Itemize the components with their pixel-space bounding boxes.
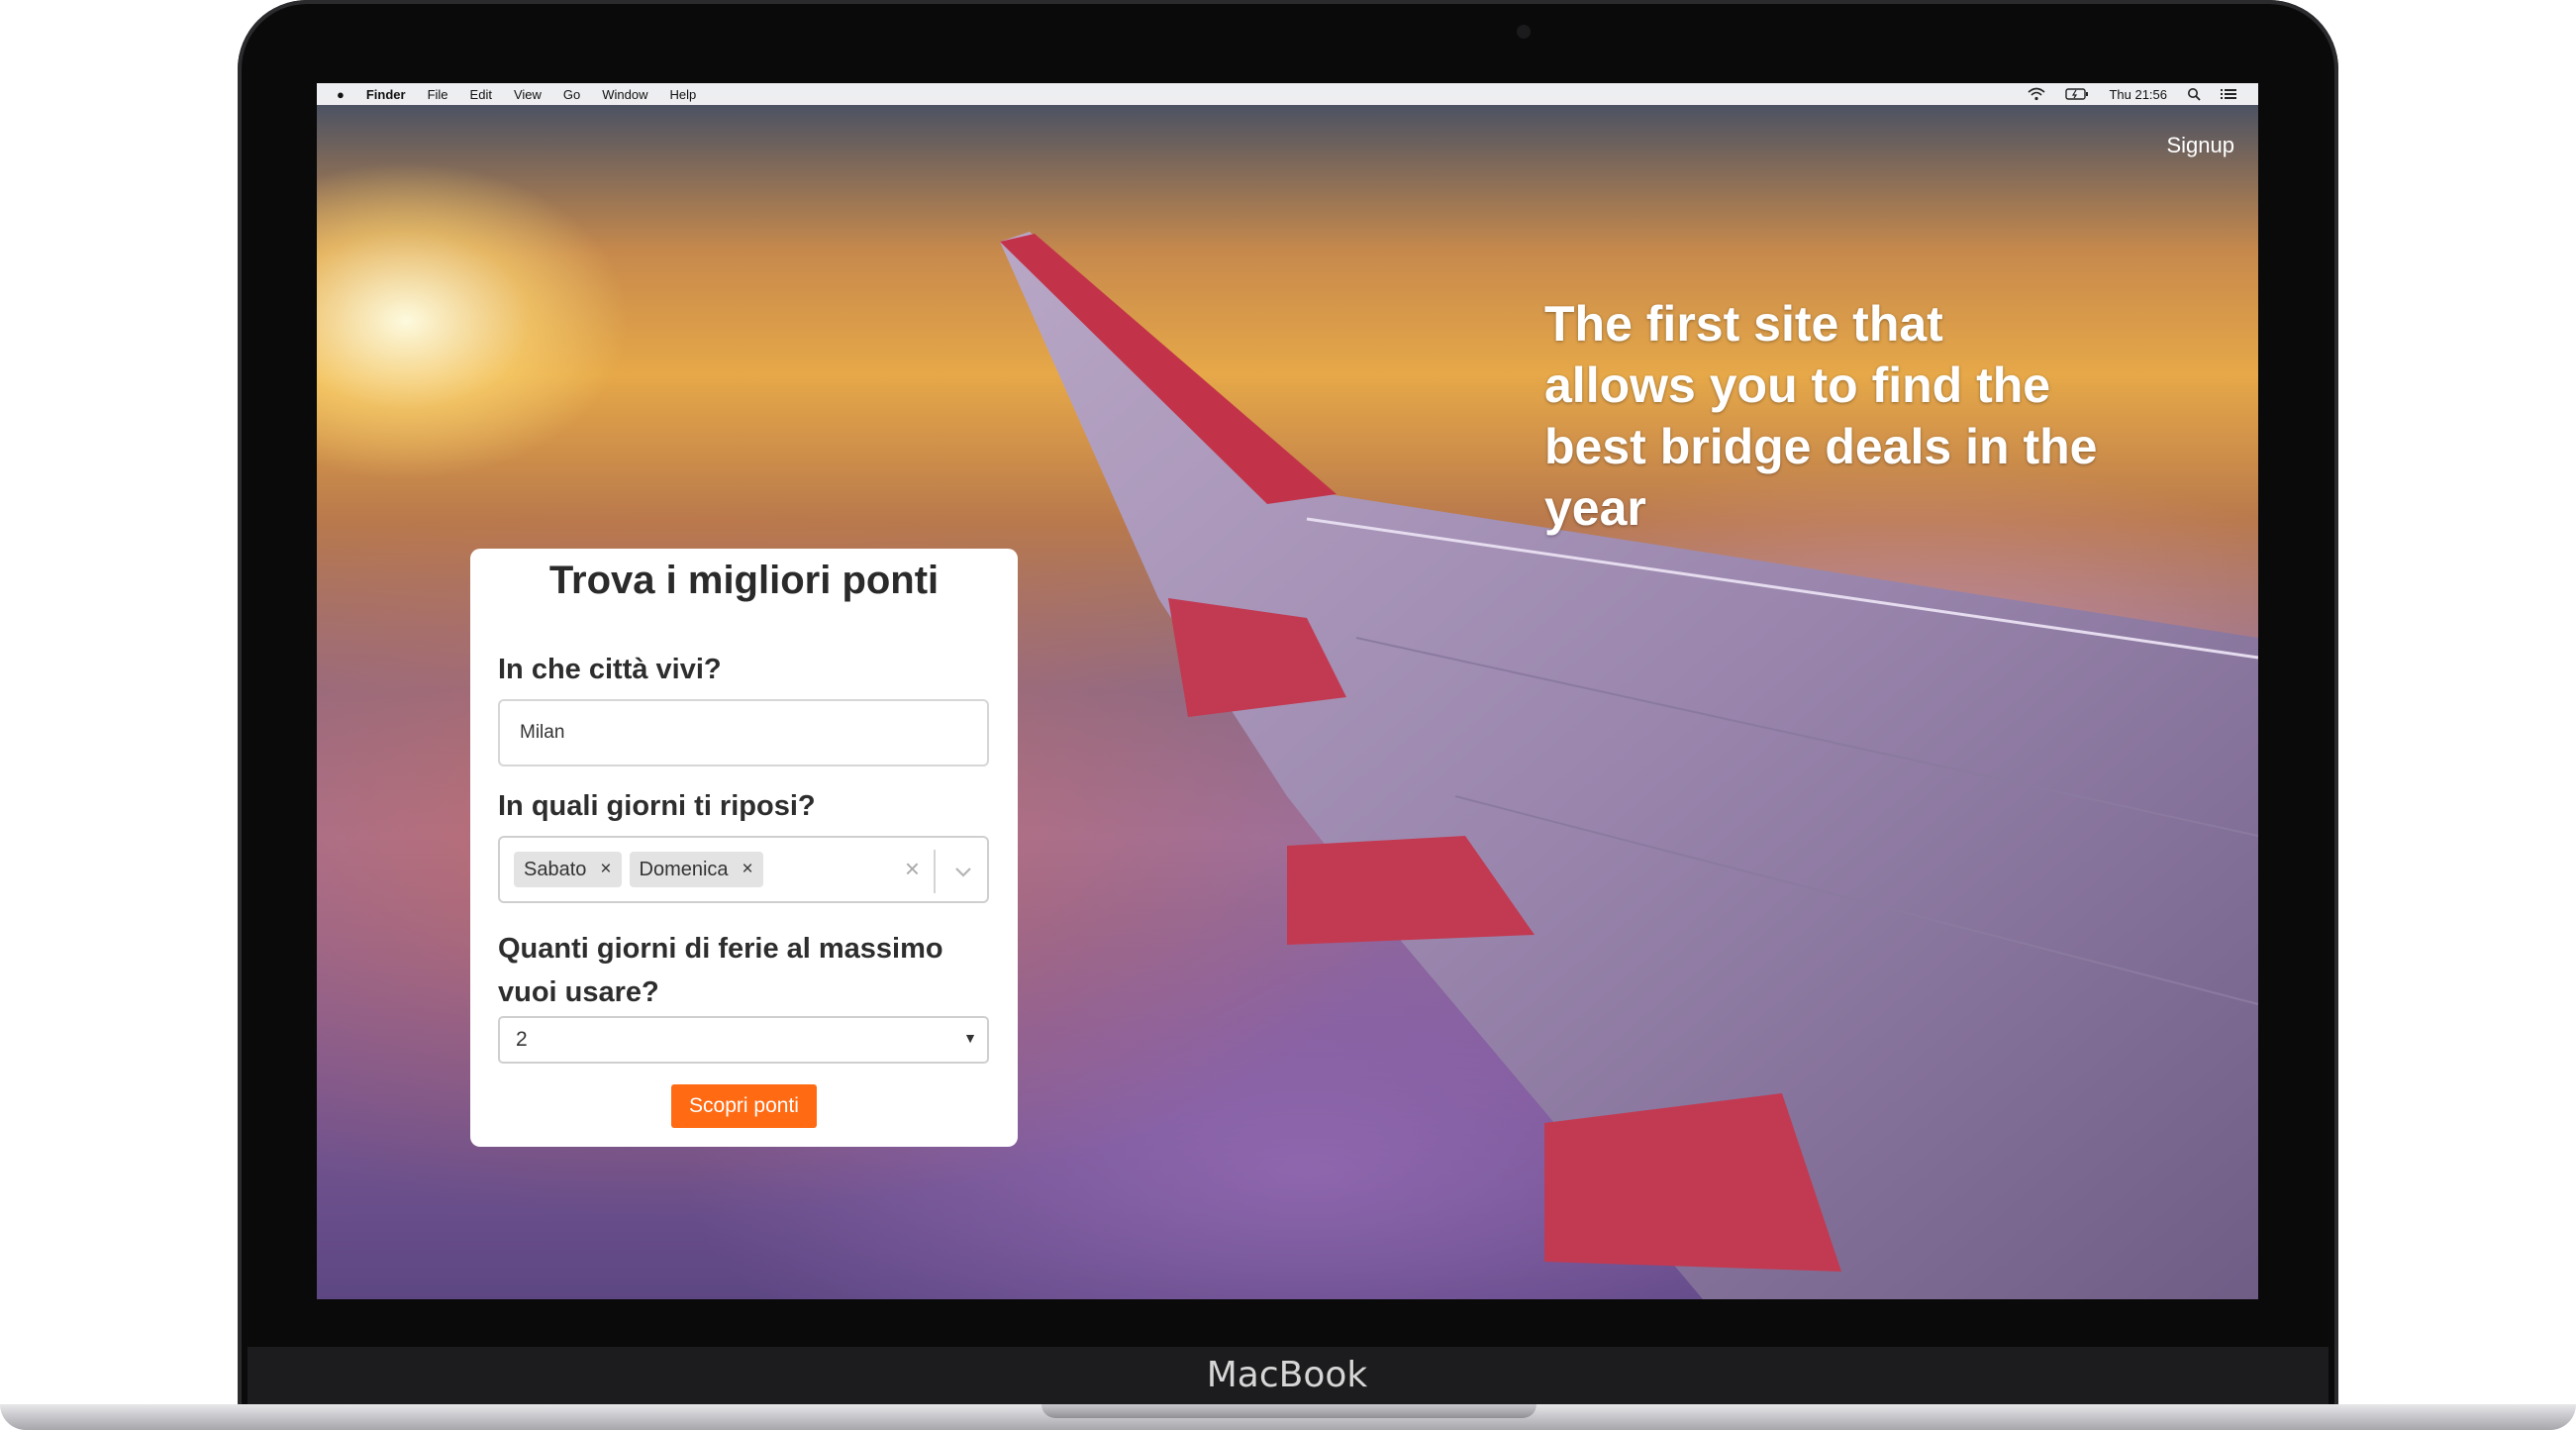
remove-tag-icon[interactable]: × [600, 859, 611, 880]
holidays-selected-value: 2 [516, 1028, 528, 1051]
clock[interactable]: Thu 21:56 [2109, 87, 2167, 102]
device-label: MacBook [1206, 1355, 1368, 1395]
chevron-down-icon[interactable] [951, 860, 975, 883]
hero-tagline: The first site that allows you to find t… [1544, 296, 2098, 536]
city-input[interactable] [498, 699, 989, 766]
rest-days-label: In quali giorni ti riposi? [498, 790, 816, 822]
holidays-select[interactable]: 2 ▼ [498, 1016, 989, 1064]
remove-tag-icon[interactable]: × [743, 859, 753, 880]
day-tag-sabato: Sabato × [514, 852, 622, 887]
laptop-notch [1041, 1404, 1536, 1418]
clear-selection-icon[interactable]: × [905, 854, 920, 884]
camera [1517, 25, 1531, 39]
signup-link[interactable]: Signup [2166, 133, 2234, 158]
holidays-label: Quanti giorni di ferie al massimo vuoi u… [498, 933, 943, 1008]
menu-edit[interactable]: Edit [470, 87, 492, 102]
day-tag-domenica: Domenica × [629, 852, 763, 887]
menu-window[interactable]: Window [602, 87, 647, 102]
day-tag-label: Domenica [639, 858, 729, 880]
day-tag-label: Sabato [524, 858, 587, 880]
menu-help[interactable]: Help [670, 87, 697, 102]
rest-days-multiselect[interactable]: Sabato × Domenica × × [498, 836, 989, 903]
menu-go[interactable]: Go [563, 87, 580, 102]
spotlight-icon[interactable] [2187, 87, 2201, 101]
apple-icon[interactable]: ● [337, 87, 345, 102]
select-caret-icon: ▼ [963, 1030, 977, 1046]
mac-menubar: ● Finder File Edit View Go Window Help T… [317, 83, 2258, 105]
wifi-icon[interactable] [2028, 87, 2045, 101]
discover-bridges-button[interactable]: Scopri ponti [671, 1084, 817, 1128]
menu-file[interactable]: File [428, 87, 448, 102]
menu-view[interactable]: View [514, 87, 542, 102]
battery-icon[interactable] [2065, 88, 2089, 100]
screen: ● Finder File Edit View Go Window Help T… [317, 83, 2258, 1299]
notification-center-icon[interactable] [2221, 88, 2236, 100]
indicator-separator [934, 850, 936, 893]
search-form-card: Trova i migliori ponti In che città vivi… [470, 549, 1018, 1147]
form-title: Trova i migliori ponti [548, 559, 940, 602]
city-label: In che città vivi? [498, 654, 722, 685]
menu-finder[interactable]: Finder [366, 87, 406, 102]
